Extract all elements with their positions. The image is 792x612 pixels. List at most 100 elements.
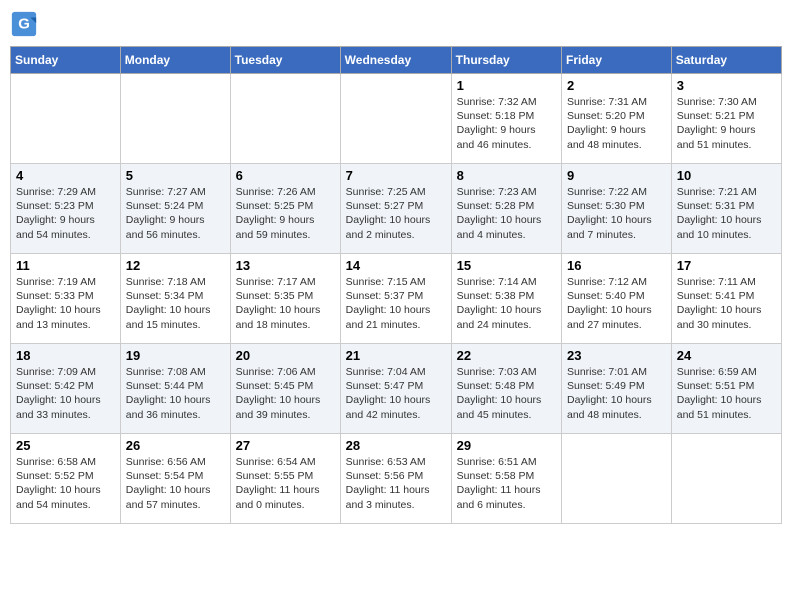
week-row-4: 18Sunrise: 7:09 AM Sunset: 5:42 PM Dayli… — [11, 344, 782, 434]
header-thursday: Thursday — [451, 47, 561, 74]
day-cell: 13 Sunrise: 7:17 AM Sunset: 5:35 PM Dayli… — [230, 254, 340, 344]
day-number: 20 — [236, 348, 335, 363]
day-number: 27 — [236, 438, 335, 453]
day-info: Sunrise: 7:17 AM Sunset: 5:35 PM Dayligh… — [236, 275, 335, 332]
header-row: SundayMondayTuesdayWednesdayThursdayFrid… — [11, 47, 782, 74]
day-info: Sunrise: 7:01 AM Sunset: 5:49 PM Dayligh… — [567, 365, 666, 422]
day-number: 22 — [457, 348, 556, 363]
day-number: 15 — [457, 258, 556, 273]
day-cell: 1 Sunrise: 7:32 AM Sunset: 5:18 PM Daylig… — [451, 74, 561, 164]
day-number: 25 — [16, 438, 115, 453]
day-number: 26 — [126, 438, 225, 453]
day-cell: 26 Sunrise: 6:56 AM Sunset: 5:54 PM Dayli… — [120, 434, 230, 524]
day-info: Sunrise: 7:06 AM Sunset: 5:45 PM Dayligh… — [236, 365, 335, 422]
day-cell: 12 Sunrise: 7:18 AM Sunset: 5:34 PM Dayli… — [120, 254, 230, 344]
day-info: Sunrise: 7:08 AM Sunset: 5:44 PM Dayligh… — [126, 365, 225, 422]
day-number: 12 — [126, 258, 225, 273]
day-info: Sunrise: 7:11 AM Sunset: 5:41 PM Dayligh… — [677, 275, 776, 332]
day-number: 23 — [567, 348, 666, 363]
day-number: 16 — [567, 258, 666, 273]
day-number: 9 — [567, 168, 666, 183]
day-info: Sunrise: 7:04 AM Sunset: 5:47 PM Dayligh… — [346, 365, 446, 422]
day-cell: 22 Sunrise: 7:03 AM Sunset: 5:48 PM Dayli… — [451, 344, 561, 434]
header-friday: Friday — [562, 47, 672, 74]
day-info: Sunrise: 7:03 AM Sunset: 5:48 PM Dayligh… — [457, 365, 556, 422]
day-info: Sunrise: 7:15 AM Sunset: 5:37 PM Dayligh… — [346, 275, 446, 332]
day-info: Sunrise: 7:23 AM Sunset: 5:28 PM Dayligh… — [457, 185, 556, 242]
day-cell: 15Sunrise: 7:14 AM Sunset: 5:38 PM Dayli… — [451, 254, 561, 344]
day-cell: 28 Sunrise: 6:53 AM Sunset: 5:56 PM Dayli… — [340, 434, 451, 524]
day-number: 10 — [677, 168, 776, 183]
week-row-5: 25 Sunrise: 6:58 AM Sunset: 5:52 PM Dayli… — [11, 434, 782, 524]
day-cell: 14 Sunrise: 7:15 AM Sunset: 5:37 PM Dayli… — [340, 254, 451, 344]
header-saturday: Saturday — [671, 47, 781, 74]
day-cell: 25 Sunrise: 6:58 AM Sunset: 5:52 PM Dayli… — [11, 434, 121, 524]
day-number: 24 — [677, 348, 776, 363]
page-header: G — [10, 10, 782, 38]
day-cell: 5Sunrise: 7:27 AM Sunset: 5:24 PM Daylig… — [120, 164, 230, 254]
calendar-table: SundayMondayTuesdayWednesdayThursdayFrid… — [10, 46, 782, 524]
day-cell: 2 Sunrise: 7:31 AM Sunset: 5:20 PM Daylig… — [562, 74, 672, 164]
day-cell: 17 Sunrise: 7:11 AM Sunset: 5:41 PM Dayli… — [671, 254, 781, 344]
day-number: 8 — [457, 168, 556, 183]
day-cell: 19 Sunrise: 7:08 AM Sunset: 5:44 PM Dayli… — [120, 344, 230, 434]
day-info: Sunrise: 7:19 AM Sunset: 5:33 PM Dayligh… — [16, 275, 115, 332]
day-number: 18 — [16, 348, 115, 363]
day-number: 6 — [236, 168, 335, 183]
day-number: 5 — [126, 168, 225, 183]
header-sunday: Sunday — [11, 47, 121, 74]
day-cell: 6 Sunrise: 7:26 AM Sunset: 5:25 PM Daylig… — [230, 164, 340, 254]
day-info: Sunrise: 7:12 AM Sunset: 5:40 PM Dayligh… — [567, 275, 666, 332]
day-info: Sunrise: 7:21 AM Sunset: 5:31 PM Dayligh… — [677, 185, 776, 242]
day-number: 4 — [16, 168, 115, 183]
day-cell: 11Sunrise: 7:19 AM Sunset: 5:33 PM Dayli… — [11, 254, 121, 344]
day-cell: 7 Sunrise: 7:25 AM Sunset: 5:27 PM Daylig… — [340, 164, 451, 254]
logo: G — [10, 10, 40, 38]
day-cell — [671, 434, 781, 524]
day-number: 3 — [677, 78, 776, 93]
day-number: 1 — [457, 78, 556, 93]
day-cell: 4 Sunrise: 7:29 AM Sunset: 5:23 PM Daylig… — [11, 164, 121, 254]
day-number: 7 — [346, 168, 446, 183]
day-cell: 3 Sunrise: 7:30 AM Sunset: 5:21 PM Daylig… — [671, 74, 781, 164]
day-number: 13 — [236, 258, 335, 273]
day-cell: 9 Sunrise: 7:22 AM Sunset: 5:30 PM Daylig… — [562, 164, 672, 254]
day-info: Sunrise: 6:58 AM Sunset: 5:52 PM Dayligh… — [16, 455, 115, 512]
day-number: 21 — [346, 348, 446, 363]
day-cell: 8 Sunrise: 7:23 AM Sunset: 5:28 PM Daylig… — [451, 164, 561, 254]
day-info: Sunrise: 7:30 AM Sunset: 5:21 PM Dayligh… — [677, 95, 776, 152]
day-cell — [11, 74, 121, 164]
day-info: Sunrise: 7:29 AM Sunset: 5:23 PM Dayligh… — [16, 185, 115, 242]
week-row-2: 4 Sunrise: 7:29 AM Sunset: 5:23 PM Daylig… — [11, 164, 782, 254]
day-cell — [230, 74, 340, 164]
header-monday: Monday — [120, 47, 230, 74]
day-info: Sunrise: 7:18 AM Sunset: 5:34 PM Dayligh… — [126, 275, 225, 332]
day-info: Sunrise: 6:51 AM Sunset: 5:58 PM Dayligh… — [457, 455, 556, 512]
day-number: 19 — [126, 348, 225, 363]
day-number: 14 — [346, 258, 446, 273]
svg-text:G: G — [18, 16, 30, 33]
day-cell: 24 Sunrise: 6:59 AM Sunset: 5:51 PM Dayli… — [671, 344, 781, 434]
day-info: Sunrise: 6:53 AM Sunset: 5:56 PM Dayligh… — [346, 455, 446, 512]
day-info: Sunrise: 7:26 AM Sunset: 5:25 PM Dayligh… — [236, 185, 335, 242]
day-cell: 29Sunrise: 6:51 AM Sunset: 5:58 PM Dayli… — [451, 434, 561, 524]
week-row-3: 11Sunrise: 7:19 AM Sunset: 5:33 PM Dayli… — [11, 254, 782, 344]
day-info: Sunrise: 7:31 AM Sunset: 5:20 PM Dayligh… — [567, 95, 666, 152]
header-wednesday: Wednesday — [340, 47, 451, 74]
day-number: 17 — [677, 258, 776, 273]
day-info: Sunrise: 7:22 AM Sunset: 5:30 PM Dayligh… — [567, 185, 666, 242]
day-info: Sunrise: 7:25 AM Sunset: 5:27 PM Dayligh… — [346, 185, 446, 242]
day-cell — [120, 74, 230, 164]
day-cell — [562, 434, 672, 524]
day-info: Sunrise: 6:54 AM Sunset: 5:55 PM Dayligh… — [236, 455, 335, 512]
day-info: Sunrise: 6:59 AM Sunset: 5:51 PM Dayligh… — [677, 365, 776, 422]
day-info: Sunrise: 6:56 AM Sunset: 5:54 PM Dayligh… — [126, 455, 225, 512]
day-cell: 21 Sunrise: 7:04 AM Sunset: 5:47 PM Dayli… — [340, 344, 451, 434]
day-info: Sunrise: 7:32 AM Sunset: 5:18 PM Dayligh… — [457, 95, 556, 152]
day-cell: 23 Sunrise: 7:01 AM Sunset: 5:49 PM Dayli… — [562, 344, 672, 434]
week-row-1: 1 Sunrise: 7:32 AM Sunset: 5:18 PM Daylig… — [11, 74, 782, 164]
logo-icon: G — [10, 10, 38, 38]
day-number: 28 — [346, 438, 446, 453]
header-tuesday: Tuesday — [230, 47, 340, 74]
day-number: 2 — [567, 78, 666, 93]
